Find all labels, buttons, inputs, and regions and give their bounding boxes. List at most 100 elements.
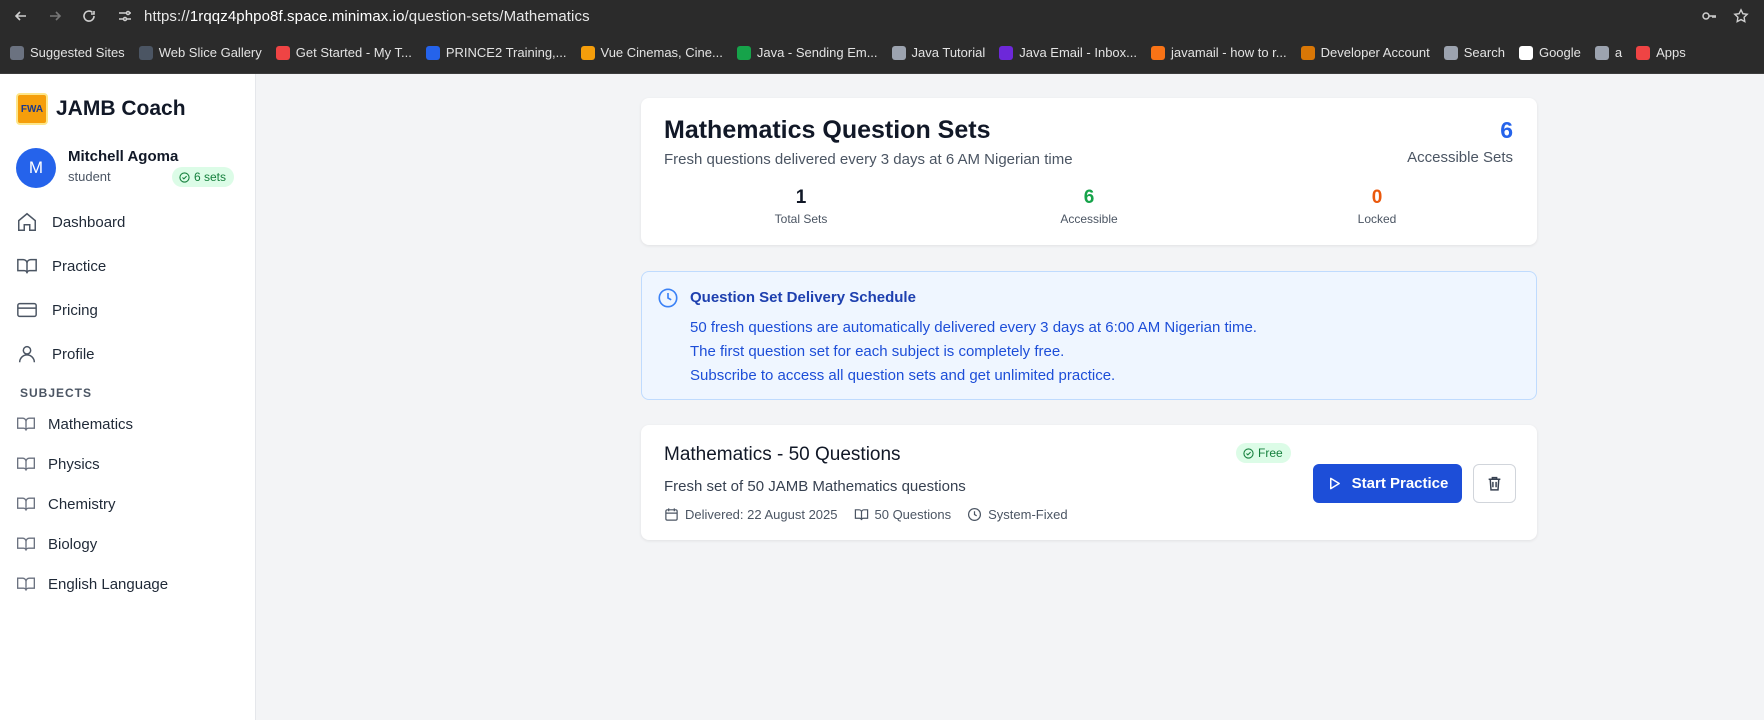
subject-label: Mathematics	[48, 415, 134, 433]
back-icon[interactable]	[8, 3, 34, 29]
stat-value: 0	[1371, 187, 1383, 208]
meta-text: Delivered: 22 August 2025	[685, 507, 838, 522]
sidebar: FWA JAMB Coach M Mitchell Agoma student …	[0, 74, 256, 720]
java-icon	[736, 45, 751, 60]
bookmark-item[interactable]: Get Started - My T...	[275, 45, 412, 60]
bookmark-label: Search	[1463, 45, 1505, 60]
forward-icon[interactable]	[42, 3, 68, 29]
bookmark-label: Suggested Sites	[30, 45, 125, 60]
url-prefix: https://	[144, 7, 190, 25]
nav-profile[interactable]: Profile	[16, 332, 240, 376]
question-set-meta: Delivered: 22 August 2025 50 Questions S…	[664, 507, 1068, 522]
subject-item-mathematics[interactable]: Mathematics	[16, 404, 240, 444]
stat-value: 1	[795, 187, 807, 208]
bookmark-item[interactable]: Search	[1443, 45, 1505, 60]
apps-grid-icon	[1636, 45, 1651, 60]
bookmark-item[interactable]: Java - Sending Em...	[736, 45, 878, 60]
main-nav: Dashboard Practice Pricing Profile	[16, 200, 240, 376]
badge-label: Free	[1258, 446, 1283, 460]
subject-item-english-language[interactable]: English Language	[16, 564, 240, 604]
book-icon	[17, 258, 37, 274]
subject-item-biology[interactable]: Biology	[16, 524, 240, 564]
nav-label: Practice	[52, 257, 107, 275]
nav-pricing[interactable]: Pricing	[16, 288, 240, 332]
bookmark-item[interactable]: a	[1594, 45, 1622, 60]
bookmark-item[interactable]: Vue Cinemas, Cine...	[580, 45, 723, 60]
set-mode: System-Fixed	[967, 507, 1068, 522]
delivery-schedule-notice: Question Set Delivery Schedule 50 fresh …	[641, 271, 1537, 400]
bookmark-item[interactable]: Suggested Sites	[10, 45, 125, 60]
notice-line: 50 fresh questions are automatically del…	[690, 319, 1257, 336]
bookmark-item[interactable]: Web Slice Gallery	[138, 45, 262, 60]
subject-item-physics[interactable]: Physics	[16, 444, 240, 484]
nav-dashboard[interactable]: Dashboard	[16, 200, 240, 244]
bookmark-item[interactable]: javamail - how to r...	[1151, 45, 1287, 60]
bookmark-label: Google	[1538, 45, 1581, 60]
site-settings-icon[interactable]	[112, 3, 138, 29]
stat-label: Accessible	[1060, 212, 1118, 226]
check-circle-icon	[1243, 447, 1254, 459]
bookmark-item[interactable]: Google	[1518, 45, 1581, 60]
question-set-description: Fresh set of 50 JAMB Mathematics questio…	[664, 478, 966, 495]
delete-button[interactable]	[1473, 464, 1516, 503]
user-name: Mitchell Agoma	[68, 148, 179, 165]
button-label: Start Practice	[1351, 475, 1449, 492]
brand[interactable]: FWA JAMB Coach	[16, 93, 186, 125]
bookmark-label: Web Slice Gallery	[158, 45, 262, 60]
bookmark-item[interactable]: Java Email - Inbox...	[999, 45, 1137, 60]
nav-practice[interactable]: Practice	[16, 244, 240, 288]
bookmark-item[interactable]: PRINCE2 Training,...	[425, 45, 567, 60]
accessible-sets-label: Accessible Sets	[1407, 149, 1513, 166]
notice-title: Question Set Delivery Schedule	[690, 289, 916, 306]
bookmarks-bar: Suggested Sites Web Slice Gallery Get Star…	[0, 32, 1764, 74]
url-host: 1rqqz4phpo8f.space.minimax.io	[189, 7, 405, 25]
page-title: Mathematics Question Sets	[664, 116, 991, 144]
stat-label: Locked	[1357, 212, 1397, 226]
check-circle-icon	[179, 171, 190, 183]
trash-icon	[1488, 476, 1501, 491]
credit-card-icon	[17, 302, 37, 318]
bookmark-item[interactable]: Apps	[1636, 45, 1686, 60]
bookmark-item[interactable]: Java Tutorial	[891, 45, 985, 60]
bookmark-star-icon[interactable]	[1728, 3, 1754, 29]
bookmark-label: Developer Account	[1320, 45, 1430, 60]
subject-item-chemistry[interactable]: Chemistry	[16, 484, 240, 524]
meta-text: 50 Questions	[874, 507, 952, 522]
book-icon	[17, 577, 35, 591]
location-pin-icon	[275, 45, 290, 60]
vue-icon	[580, 45, 595, 60]
reload-icon[interactable]	[76, 3, 102, 29]
bookmark-item[interactable]: Developer Account	[1300, 45, 1430, 60]
password-key-icon[interactable]	[1696, 3, 1722, 29]
globe-icon	[891, 45, 906, 60]
book-icon	[17, 457, 35, 471]
play-icon	[1329, 477, 1340, 490]
subjects-list: Mathematics Physics Chemistry Biology Englis…	[16, 404, 240, 604]
stat-locked: 0 Locked	[1277, 187, 1477, 226]
bookmark-label: Vue Cinemas, Cine...	[600, 45, 723, 60]
avatar: M	[16, 148, 56, 188]
book-icon	[17, 497, 35, 511]
sets-count: 6 sets	[194, 170, 227, 184]
summary-card: Mathematics Question Sets Fresh question…	[641, 98, 1537, 245]
stat-accessible: 6 Accessible	[989, 187, 1189, 226]
bookmark-label: javamail - how to r...	[1171, 45, 1287, 60]
browser-toolbar: https://1rqqz4phpo8f.space.minimax.io/qu…	[0, 0, 1764, 32]
globe-icon	[1594, 45, 1609, 60]
subject-label: Chemistry	[48, 495, 116, 513]
page-subtitle: Fresh questions delivered every 3 days a…	[664, 151, 1073, 168]
bookmark-label: Java Email - Inbox...	[1019, 45, 1138, 60]
bookmark-label: Get Started - My T...	[295, 45, 412, 60]
meta-text: System-Fixed	[988, 507, 1068, 522]
start-practice-button[interactable]: Start Practice	[1313, 464, 1462, 503]
home-icon	[18, 212, 36, 231]
address-bar[interactable]: https://1rqqz4phpo8f.space.minimax.io/qu…	[144, 8, 590, 25]
stat-label: Total Sets	[774, 212, 828, 226]
question-set-title: Mathematics - 50 Questions	[664, 444, 901, 465]
user-role: student	[68, 169, 111, 184]
stat-total-sets: 1 Total Sets	[701, 187, 901, 226]
user-icon	[18, 345, 36, 363]
suggested-icon	[10, 45, 24, 60]
question-count: 50 Questions	[854, 507, 952, 522]
calendar-icon	[665, 508, 678, 521]
